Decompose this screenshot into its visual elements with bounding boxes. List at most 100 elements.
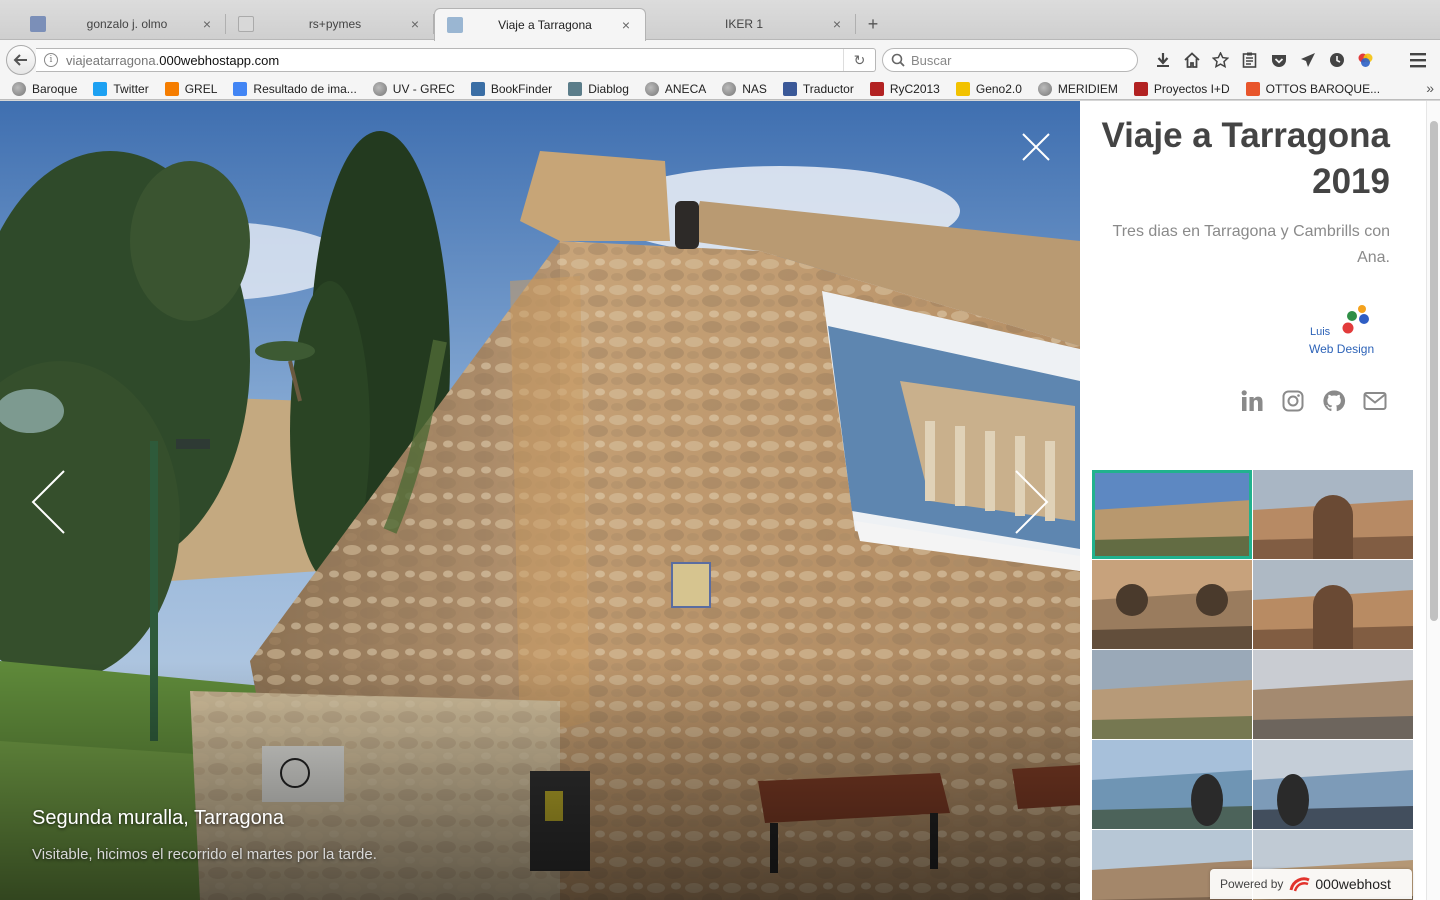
navigation-bar: i viajeatarragona.000webhostapp.com ↻ [0,40,1440,78]
close-tab-icon[interactable]: × [200,17,214,31]
send-icon[interactable] [1293,49,1322,71]
close-tab-icon[interactable]: × [619,18,633,32]
history-icon[interactable] [1322,49,1351,71]
globe-icon [372,81,387,96]
ryc-icon [869,81,884,96]
site-info-icon[interactable]: i [44,53,58,67]
bookmark-star-icon[interactable] [1206,49,1235,71]
lightbox-viewer: Segunda muralla, Tarragona Visitable, hi… [0,101,1080,900]
gallery-thumbnail[interactable] [1253,560,1413,649]
bookmark-item[interactable]: RyC2013 [869,81,940,96]
github-icon[interactable] [1322,389,1346,413]
photo-caption-title: Segunda muralla, Tarragona [32,807,285,829]
lightbox-photo [0,101,1080,900]
bookmark-label: GREL [184,81,218,96]
photo-gallery [1092,470,1414,900]
url-text[interactable]: viajeatarragona.000webhostapp.com [66,53,279,68]
000webhost-logo-icon [1289,877,1311,892]
gallery-thumbnail[interactable] [1253,650,1413,739]
bookmark-item[interactable]: Twitter [93,81,149,96]
bookmark-item[interactable]: UV - GREC [372,81,455,96]
extension-icon[interactable] [1351,49,1380,71]
thumbnail-image [1092,740,1252,829]
bookmark-label: NAS [742,81,767,96]
globe-icon [722,81,737,96]
bookmark-item[interactable]: MERIDIEM [1037,81,1118,96]
bookmark-item[interactable]: Resultado de ima... [233,81,357,96]
twitter-icon [93,81,108,96]
page-subtitle: Tres dias en Tarragona y Cambrills con A… [1112,223,1390,266]
gallery-thumbnail[interactable] [1092,470,1252,559]
powered-by-label: Powered by [1220,877,1284,891]
reading-list-icon[interactable] [1235,49,1264,71]
gallery-thumbnail[interactable] [1092,740,1252,829]
bookmark-label: OTTOS BAROQUE... [1265,81,1381,96]
bookmark-label: Geno2.0 [975,81,1022,96]
bookmark-item[interactable]: Proyectos I+D [1133,81,1230,96]
bookmark-item[interactable]: NAS [722,81,767,96]
tab-iker[interactable]: IKER 1 × [646,8,856,40]
bookmark-label: BookFinder [490,81,553,96]
tab-viaje-tarragona[interactable]: Viaje a Tarragona × [434,8,646,41]
bookmark-item[interactable]: Traductor [782,81,854,96]
thumbnail-image [1253,650,1413,739]
bookmark-label: ANECA [664,81,707,96]
gallery-thumbnail[interactable] [1092,650,1252,739]
globe-icon [644,81,659,96]
previous-photo-icon[interactable] [30,469,66,535]
bookmark-label: Proyectos I+D [1153,81,1230,96]
close-tab-icon[interactable]: × [408,17,422,31]
tab-rspymes[interactable]: rs+pymes × [226,8,434,40]
scrollbar-thumb[interactable] [1430,121,1438,621]
luis-web-design-logo[interactable]: Luis Web Design [1308,305,1390,361]
svg-text:Luis: Luis [1310,326,1331,338]
home-icon[interactable] [1177,49,1206,71]
tab-favicon-icon [30,16,46,32]
search-bar[interactable] [882,48,1138,72]
search-input[interactable] [911,52,1111,68]
back-button[interactable] [6,45,36,75]
geno-icon [955,81,970,96]
bookmark-label: RyC2013 [889,81,940,96]
address-bar[interactable]: i viajeatarragona.000webhostapp.com ↻ [36,48,876,72]
page-scrollbar[interactable] [1426,101,1440,900]
gallery-thumbnail[interactable] [1253,740,1413,829]
close-tab-icon[interactable]: × [830,17,844,31]
bookmarks-overflow-icon[interactable]: » [1426,80,1434,96]
bookmark-item[interactable]: Diablog [568,81,629,96]
bookmark-label: Twitter [113,81,149,96]
bookmark-item[interactable]: Geno2.0 [955,81,1022,96]
bookmark-item[interactable]: GREL [164,81,218,96]
bookmark-item[interactable]: Baroque [12,81,77,96]
globe-icon [1037,81,1052,96]
pocket-icon[interactable] [1264,49,1293,71]
thumbnail-image [1253,740,1413,829]
powered-by-host: 000webhost [1315,876,1391,892]
gallery-thumbnail[interactable] [1092,560,1252,649]
bookmark-item[interactable]: OTTOS BAROQUE... [1245,81,1381,96]
bookmark-item[interactable]: BookFinder [470,81,553,96]
blogger-icon [164,81,179,96]
email-icon[interactable] [1363,389,1387,413]
page-title: Viaje a Tarragona 2019 [1101,116,1390,201]
social-links [1240,389,1404,413]
next-photo-icon[interactable] [1014,469,1050,535]
globe-icon [12,81,26,96]
close-lightbox-icon[interactable] [1020,131,1052,163]
hamburger-menu-icon[interactable] [1406,49,1430,71]
bookmark-label: Traductor [802,81,854,96]
linkedin-icon[interactable] [1240,389,1264,413]
gallery-thumbnail[interactable] [1253,470,1413,559]
instagram-icon[interactable] [1281,389,1305,413]
thumbnail-image [1253,470,1413,559]
tab-gonzalo[interactable]: gonzalo j. olmo × [18,8,226,40]
thumbnail-image [1092,650,1252,739]
tab-favicon-icon [238,16,254,32]
download-icon[interactable] [1148,49,1177,71]
otto-icon [1245,81,1260,96]
bookmark-item[interactable]: ANECA [644,81,707,96]
new-tab-button[interactable]: + [862,14,884,36]
bookmarks-bar: Baroque Twitter GREL Resultado de ima... UV … [0,78,1440,100]
powered-by-badge[interactable]: Powered by 000webhost [1210,869,1412,899]
reload-icon[interactable]: ↻ [843,49,875,71]
